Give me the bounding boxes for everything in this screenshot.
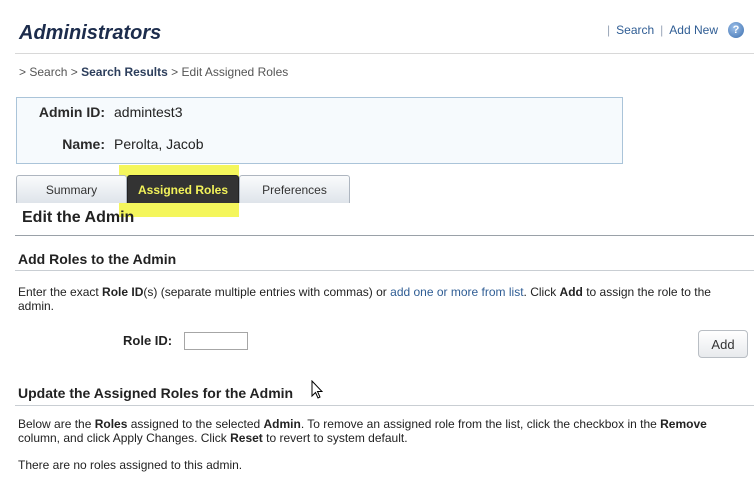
breadcrumb-separator: > — [171, 65, 179, 79]
add-roles-title: Add Roles to the Admin — [18, 251, 177, 267]
link-separator: | — [607, 23, 611, 37]
empty-roles-message: There are no roles assigned to this admi… — [18, 458, 243, 472]
admin-name-value: Perolta, Jacob — [114, 136, 204, 152]
title-divider — [15, 53, 754, 54]
breadcrumb-separator: > — [19, 65, 27, 79]
add-roles-description: Enter the exact Role ID(s) (separate mul… — [18, 285, 711, 313]
breadcrumb-current: Edit Assigned Roles — [181, 65, 289, 79]
role-id-label: Role ID: — [123, 333, 173, 348]
tab-assigned-roles[interactable]: Assigned Roles — [127, 175, 239, 203]
update-roles-title: Update the Assigned Roles for the Admin — [18, 385, 294, 401]
breadcrumb: > Search > Search Results > Edit Assigne… — [19, 65, 288, 79]
page-title: Administrators — [19, 22, 162, 44]
admin-id-value: admintest3 — [114, 104, 183, 120]
breadcrumb-search[interactable]: Search — [29, 65, 67, 79]
admin-name-row: Name: Perolta, Jacob — [17, 136, 204, 152]
section-divider — [15, 235, 754, 236]
admin-id-label: Admin ID: — [38, 104, 105, 120]
tab-bar: Summary Assigned Roles Preferences — [16, 175, 350, 203]
admin-name-label: Name: — [62, 136, 105, 152]
add-new-link[interactable]: Add New — [669, 23, 718, 37]
help-icon[interactable]: ? — [728, 22, 744, 38]
breadcrumb-separator: > — [70, 65, 78, 79]
role-id-input[interactable] — [184, 332, 248, 350]
add-roles-divider — [15, 270, 754, 271]
admin-id-row: Admin ID: admintest3 — [17, 104, 183, 120]
section-title: Edit the Admin — [22, 209, 135, 226]
admin-info-box: Admin ID: admintest3 Name: Perolta, Jaco… — [16, 97, 623, 164]
tab-preferences[interactable]: Preferences — [239, 175, 350, 203]
add-from-list-link[interactable]: add one or more from list — [390, 285, 523, 299]
breadcrumb-search-results[interactable]: Search Results — [81, 65, 168, 79]
mouse-cursor-icon — [311, 380, 323, 399]
tab-summary[interactable]: Summary — [16, 175, 127, 203]
add-button[interactable]: Add — [698, 330, 748, 358]
top-links: | Search | Add New ? — [601, 22, 744, 38]
search-link[interactable]: Search — [616, 23, 654, 37]
link-separator: | — [660, 23, 664, 37]
update-roles-divider — [15, 405, 754, 406]
update-roles-description: Below are the Roles assigned to the sele… — [18, 417, 707, 445]
